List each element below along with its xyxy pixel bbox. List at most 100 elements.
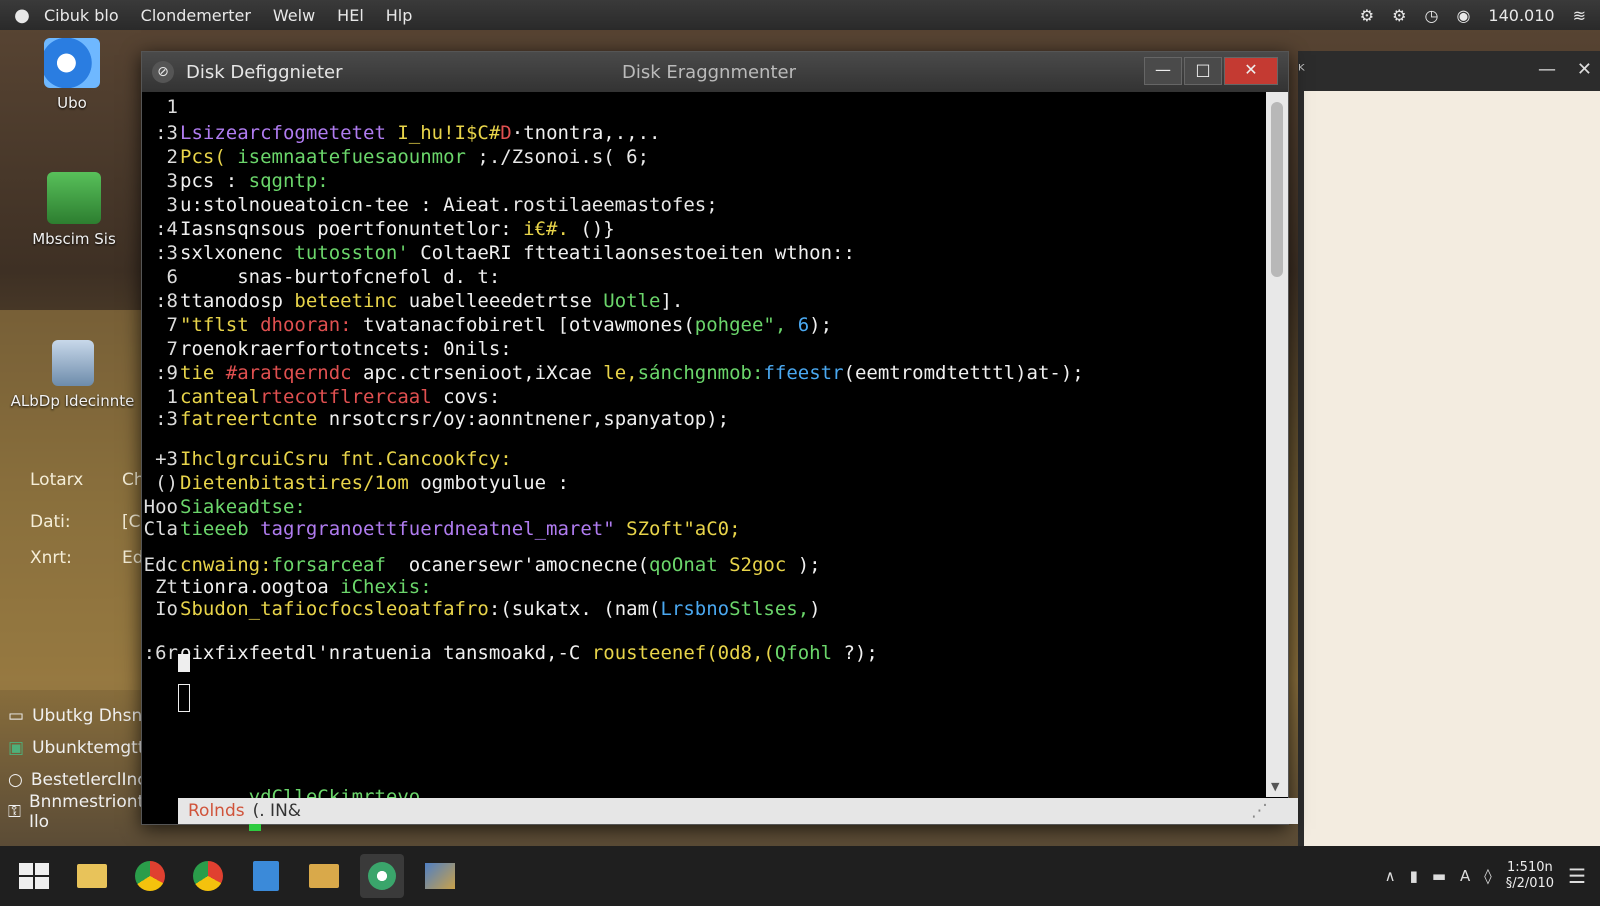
document-icon	[51, 340, 94, 386]
close-button[interactable]: ✕	[1224, 57, 1278, 85]
code-token: I_hu!I$C#	[385, 122, 501, 144]
code-token: pohgee",	[694, 314, 787, 336]
notification-icon[interactable]: ☰	[1568, 864, 1586, 888]
desktop-icon-doc[interactable]: ALbDp Idecinnte	[0, 340, 145, 410]
code-token: forsarceaf	[271, 554, 386, 576]
code-token: canteal	[180, 386, 261, 408]
line-number: :3	[155, 408, 178, 430]
media-icon[interactable]	[418, 854, 462, 898]
prompt-line[interactable]: ydClleCkimrtevo	[180, 764, 420, 831]
menu-item-help2[interactable]: Hlp	[386, 6, 413, 25]
wifi-icon[interactable]: ≋	[1573, 6, 1586, 25]
line-number: +3	[155, 448, 178, 470]
code-token: sqgntp:	[248, 170, 329, 192]
line-number: 1	[166, 386, 178, 408]
terminal-window: ⊘ Disk Defiggnieter Disk Eraggnmenter — …	[141, 51, 1298, 831]
desktop-icon-app[interactable]: Mbscim Sis	[24, 172, 124, 248]
terminal-line: 6 snas-burtofcnefol d. t:	[142, 266, 501, 290]
chevron-up-icon[interactable]: ∧	[1385, 867, 1396, 885]
gear-icon[interactable]: ⚙	[1360, 6, 1374, 25]
code-token: D	[500, 122, 512, 144]
file-explorer-icon[interactable]	[70, 854, 114, 898]
cursor-box	[178, 684, 190, 712]
line-number: 2	[166, 146, 178, 168]
code-token: tionra.oogtoa	[180, 576, 341, 598]
menu-item-help1[interactable]: HEl	[337, 6, 364, 25]
desktop-icon-label: Mbscim Sis	[32, 230, 116, 248]
volume-icon[interactable]: A	[1460, 867, 1470, 885]
minimize-icon[interactable]: —	[1538, 59, 1556, 80]
code-token: )	[809, 598, 821, 620]
line-number: :3	[155, 242, 178, 264]
maximize-button[interactable]: □	[1184, 57, 1222, 85]
window-menu-icon[interactable]: ⊘	[152, 61, 174, 83]
settings-icon[interactable]: ⚙	[1392, 6, 1406, 25]
resize-grip-icon[interactable]: ⋰	[1251, 801, 1268, 821]
terminal-line: :3 Lsizearcfogmetetet I_hu!I$C#D·tnontra,…	[142, 122, 660, 146]
terminal-line: 1 cantealrtecotflrercaal covs:	[142, 386, 501, 410]
active-app-icon[interactable]	[360, 854, 404, 898]
desktop-icon-label: Ubo	[57, 94, 87, 112]
code-token: covs:	[431, 386, 501, 408]
title-bar[interactable]: ⊘ Disk Defiggnieter Disk Eraggnmenter — …	[142, 52, 1288, 92]
scroll-thumb[interactable]	[1271, 102, 1283, 277]
location-icon[interactable]: ◊	[1484, 867, 1491, 885]
terminal-output[interactable]: ydClleCkimrtevo 1 :3 Lsizearcfogmetetet I_…	[142, 92, 1266, 831]
browser-icon	[44, 38, 100, 88]
code-token: Qfohl	[774, 642, 833, 664]
line-number: 1	[166, 96, 178, 118]
menu-tray: ⚙ ⚙ ◷ ◉ 140.010 ≋	[1360, 0, 1586, 30]
code-token: ?);	[832, 642, 878, 664]
close-icon[interactable]: ✕	[1577, 59, 1592, 80]
code-token: le,	[591, 362, 638, 384]
form-label: Lotarx	[30, 470, 84, 490]
status-text: Rolnds	[188, 801, 245, 821]
desktop-icon-label: ALbDp Idecinnte	[10, 392, 135, 410]
window-edge-icon: ᴷ	[1298, 61, 1305, 80]
menu-item-view[interactable]: Welw	[273, 6, 315, 25]
minimize-button[interactable]: —	[1144, 57, 1182, 85]
terminal-line: Cla tieeeb tagrgranoettfuerdneatnel_maret…	[142, 518, 741, 542]
terminal-line: :6r oixfixfeetdl'nratuenia tansmoakd,-C r…	[142, 642, 878, 666]
network-icon[interactable]: ▬	[1432, 867, 1446, 885]
code-token: tieeeb	[180, 518, 261, 540]
menu-item-file[interactable]: Cibuk blo	[44, 6, 119, 25]
terminal-line: Hoo Siakeadtse:	[142, 496, 306, 520]
taskbar-clock[interactable]: 1:510n §/2/010	[1506, 860, 1554, 892]
code-token: isemnaatefuesaounmor	[225, 146, 466, 168]
code-token: Dietenbitastires/1om	[180, 472, 421, 494]
clock-icon[interactable]: ◷	[1424, 6, 1438, 25]
line-number: Zt	[155, 576, 178, 598]
code-token: Stlses,	[729, 598, 810, 620]
code-token: dhooran:	[260, 314, 352, 336]
chrome-icon[interactable]	[186, 854, 230, 898]
windows-start-icon[interactable]	[12, 854, 56, 898]
code-token: cnwaing:	[180, 554, 272, 576]
scrollbar[interactable]: ▼	[1266, 92, 1288, 797]
battery-icon[interactable]: ▮	[1410, 867, 1418, 885]
code-token: oixfixfeetdl'nratuenia tansmoakd,-C	[180, 642, 592, 664]
desktop-icon-browser[interactable]: Ubo	[32, 38, 112, 112]
code-token: tvatanacfobiretl [otvawmones(	[351, 314, 695, 336]
code-token: ocanersewr'amocnecne(	[385, 554, 650, 576]
chrome-icon[interactable]	[128, 854, 172, 898]
code-token: ()}	[568, 218, 615, 240]
code-token: i€#.	[523, 218, 569, 240]
line-number: :3	[155, 122, 178, 144]
terminal-line: :3 fatreertcnte nrsotcrsr/oy:aonntnener,s…	[142, 408, 729, 432]
menu-item-edit[interactable]: Clondemerter	[141, 6, 251, 25]
folder-icon[interactable]	[302, 854, 346, 898]
code-token: Siakeadtse:	[180, 496, 306, 518]
chevron-down-icon[interactable]: ▼	[1271, 780, 1279, 793]
apple-icon[interactable]: ●	[0, 5, 44, 26]
form-label: Xnrt:	[30, 548, 72, 568]
line-number: 6	[166, 266, 178, 288]
terminal-line: :9 tie #aratqerndc apc.ctrsenioot,iXcae l…	[142, 362, 1084, 386]
clock-date: §/2/010	[1505, 876, 1555, 891]
terminal-line: Edc cnwaing:forsarceaf ocanersewr'amocnec…	[142, 554, 821, 578]
code-token: IhclgrcuiCsru fnt.Cancookfcy:	[180, 448, 512, 470]
record-icon[interactable]: ◉	[1456, 6, 1470, 25]
terminal-line: Io Sbudon_tafiocfocsleoatfafro:(sukatx. (…	[142, 598, 821, 622]
document-icon[interactable]	[244, 854, 288, 898]
code-token: Lrsbno	[660, 598, 730, 620]
